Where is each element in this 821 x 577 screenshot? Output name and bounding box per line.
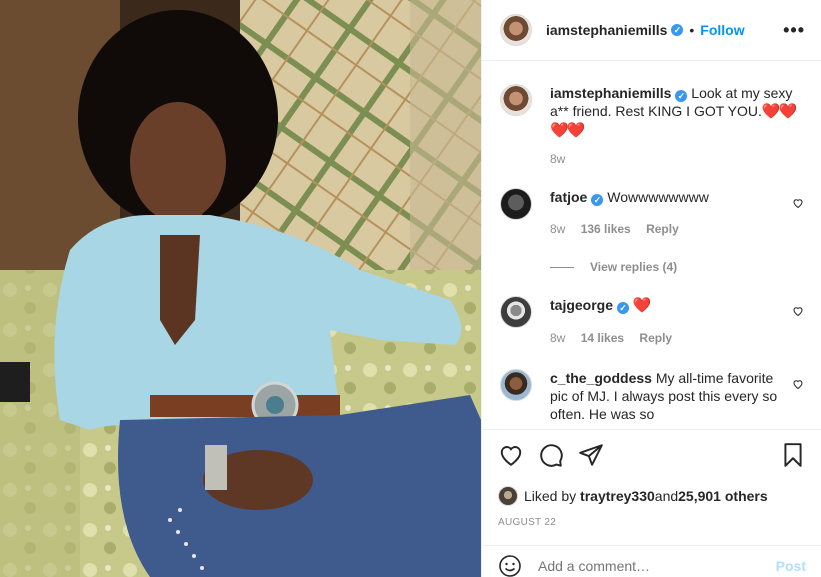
likes-and-text: and (654, 488, 679, 504)
post-header: iamstephaniemills ✓ • Follow ••• (482, 0, 821, 61)
author-username[interactable]: iamstephaniemills (546, 22, 667, 38)
liker-username[interactable]: traytrey330 (580, 488, 655, 504)
post-details-panel: iamstephaniemills ✓ • Follow ••• iamstep… (481, 0, 821, 577)
caption-username[interactable]: iamstephaniemills (550, 85, 671, 101)
liker-avatar[interactable] (498, 486, 518, 506)
caption-timestamp[interactable]: 8w (550, 150, 800, 168)
like-comment-heart-icon[interactable] (792, 197, 804, 209)
author-avatar[interactable] (500, 14, 532, 46)
comment-bubble-icon[interactable] (538, 442, 564, 468)
caption-text-2: friend. Rest KING I GOT YOU. (568, 103, 762, 119)
liked-by-prefix: Liked by (524, 488, 577, 504)
verified-badge-icon: ✓ (591, 194, 604, 206)
view-replies-button[interactable]: View replies (4) (550, 260, 806, 274)
comment-body: c_the_goddess My all-time favorite pic o… (550, 369, 780, 423)
more-options-icon[interactable]: ••• (783, 20, 805, 41)
commenter-avatar[interactable] (500, 369, 532, 401)
emoji-smiley-icon[interactable] (498, 554, 522, 577)
commenter-username[interactable]: fatjoe (550, 189, 587, 205)
red-heart-emoji: ❤️❤️ (550, 122, 585, 139)
verified-badge-icon: ✓ (617, 302, 630, 314)
comments-list[interactable]: iamstephaniemills ✓ Look at my sexy a** f… (482, 62, 821, 429)
comment-time[interactable]: 8w (550, 222, 565, 236)
comment-body: tajgeorge ✓ ❤️ 8w 14 likes Reply (550, 296, 780, 347)
add-comment-bar: Post (482, 545, 821, 577)
caption-avatar[interactable] (500, 84, 532, 116)
view-replies-label: View replies (4) (590, 260, 678, 274)
comment-likes-count[interactable]: 136 likes (581, 222, 631, 236)
comment-likes-count[interactable]: 14 likes (581, 331, 624, 345)
commenter-username[interactable]: tajgeorge (550, 297, 613, 313)
comment-time[interactable]: 8w (550, 331, 565, 345)
like-comment-heart-icon[interactable] (792, 378, 804, 390)
share-send-icon[interactable] (578, 442, 604, 468)
reply-button[interactable]: Reply (639, 331, 672, 345)
replies-divider-line (550, 266, 574, 268)
comment-text: ❤️ (632, 297, 652, 314)
like-heart-icon[interactable] (498, 442, 524, 468)
commenter-avatar[interactable] (500, 296, 532, 328)
verified-badge-icon: ✓ (671, 24, 684, 36)
comment-body: fatjoe ✓ Wowwwwwwww 8w 136 likes Reply (550, 188, 780, 238)
commenter-avatar[interactable] (500, 188, 532, 220)
post-comment-button[interactable]: Post (776, 558, 806, 574)
reply-button[interactable]: Reply (646, 222, 679, 236)
likes-summary: Liked by traytrey330 and 25,901 others (498, 486, 768, 506)
post-photo-illustration (0, 0, 481, 577)
comment-meta: 8w 14 likes Reply (550, 329, 780, 347)
caption: iamstephaniemills ✓ Look at my sexy a** f… (500, 84, 806, 168)
comment-item: tajgeorge ✓ ❤️ 8w 14 likes Reply (500, 296, 806, 347)
comment-item: c_the_goddess My all-time favorite pic o… (500, 369, 806, 423)
follow-button[interactable]: Follow (700, 22, 744, 38)
like-comment-heart-icon[interactable] (792, 305, 804, 317)
commenter-username[interactable]: c_the_goddess (550, 370, 652, 386)
action-bar (482, 429, 821, 487)
caption-body: iamstephaniemills ✓ Look at my sexy a** f… (550, 84, 800, 168)
comment-item: fatjoe ✓ Wowwwwwwww 8w 136 likes Reply (500, 188, 806, 238)
likes-count-link[interactable]: 25,901 others (678, 488, 768, 504)
post-date[interactable]: AUGUST 22 (498, 517, 556, 528)
comment-meta: 8w 136 likes Reply (550, 220, 780, 238)
caption-censored: ** (557, 103, 569, 119)
comment-text: Wowwwwwwww (607, 189, 709, 205)
post-photo[interactable] (0, 0, 481, 577)
add-comment-input[interactable] (538, 557, 776, 574)
verified-badge-icon: ✓ (675, 90, 688, 102)
red-heart-emoji: ❤️❤️ (761, 103, 797, 120)
separator-dot: • (689, 22, 695, 38)
save-bookmark-icon[interactable] (780, 442, 806, 468)
